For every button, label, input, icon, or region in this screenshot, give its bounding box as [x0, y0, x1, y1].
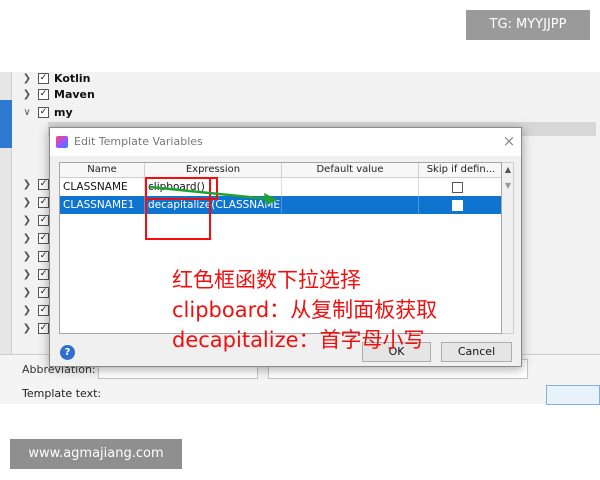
chevron-right-icon[interactable]: ❯ — [22, 212, 32, 230]
tree-checkbox[interactable]: ✓ — [38, 73, 49, 84]
tree-group-label: Maven — [54, 88, 95, 101]
table-scrollbar[interactable]: ▲ ▼ — [502, 162, 514, 334]
annotation-line-2: clipboard：从复制面板获取 — [172, 298, 438, 322]
cell-name[interactable]: CLASSNAME1 — [60, 196, 145, 214]
annotation-line-3: decapitalize：首字母小写 — [172, 328, 425, 352]
chevron-right-icon[interactable]: ❯ — [22, 176, 32, 194]
tree-group-maven[interactable]: ❯ ✓ Maven — [18, 86, 578, 104]
watermark-top: TG: MYYJJPP — [466, 10, 590, 40]
help-icon[interactable]: ? — [60, 345, 75, 360]
tree-checkbox[interactable]: ✓ — [38, 179, 49, 190]
cell-default-value[interactable] — [282, 196, 419, 214]
column-header-default-value[interactable]: Default value — [282, 163, 419, 178]
ide-left-selection-marker — [0, 100, 12, 148]
tree-checkbox[interactable]: ✓ — [38, 215, 49, 226]
column-header-name[interactable]: Name — [60, 163, 145, 178]
tree-group-my[interactable]: ∨ ✓ my — [18, 104, 578, 122]
tree-checkbox[interactable]: ✓ — [38, 251, 49, 262]
chevron-right-icon[interactable]: ❯ — [22, 194, 32, 212]
chevron-down-icon[interactable]: ∨ — [22, 104, 32, 122]
column-header-expression[interactable]: Expression — [145, 163, 282, 178]
watermark-bottom: www.agmajiang.com — [10, 439, 182, 469]
table-header: Name Expression Default value Skip if de… — [60, 163, 501, 178]
chevron-right-icon[interactable]: ❯ — [22, 302, 32, 320]
tree-checkbox[interactable]: ✓ — [38, 269, 49, 280]
tree-checkbox[interactable]: ✓ — [38, 89, 49, 100]
cell-skip-if-defined — [419, 178, 501, 196]
scroll-down-arrow-icon[interactable]: ▼ — [503, 181, 513, 191]
edit-variables-button[interactable] — [546, 385, 600, 405]
annotation-line-1: 红色框函数下拉选择 — [172, 268, 361, 292]
cell-default-value[interactable] — [282, 178, 419, 196]
skip-if-defined-checkbox[interactable] — [452, 200, 463, 211]
tree-group-label: my — [54, 106, 73, 119]
chevron-right-icon[interactable]: ❯ — [22, 230, 32, 248]
cell-skip-if-defined — [419, 196, 501, 214]
chevron-right-icon[interactable]: ❯ — [22, 266, 32, 284]
tree-checkbox[interactable]: ✓ — [38, 233, 49, 244]
cancel-button[interactable]: Cancel — [441, 342, 512, 362]
intellij-app-icon — [56, 136, 68, 148]
tree-checkbox[interactable]: ✓ — [38, 107, 49, 118]
tree-checkbox[interactable]: ✓ — [38, 305, 49, 316]
chevron-right-icon[interactable]: ❯ — [22, 320, 32, 338]
dialog-title: Edit Template Variables — [74, 135, 203, 148]
tree-checkbox[interactable]: ✓ — [38, 287, 49, 298]
chevron-right-icon[interactable]: ❯ — [22, 248, 32, 266]
template-text-label: Template text: — [22, 387, 102, 400]
tree-checkbox[interactable]: ✓ — [38, 323, 49, 334]
table-row-selected[interactable]: CLASSNAME1 decapitalize(CLASSNAME) — [60, 196, 501, 214]
skip-if-defined-checkbox[interactable] — [452, 182, 463, 193]
tree-checkbox[interactable]: ✓ — [38, 197, 49, 208]
cell-name[interactable]: CLASSNAME — [60, 178, 145, 196]
chevron-right-icon[interactable]: ❯ — [22, 284, 32, 302]
scroll-up-arrow-icon[interactable]: ▲ — [503, 165, 513, 175]
table-row[interactable]: CLASSNAME clipboard() — [60, 178, 501, 196]
chevron-right-icon[interactable]: ❯ — [22, 86, 32, 104]
column-header-skip-if-defined[interactable]: Skip if defin... — [419, 163, 501, 178]
close-icon[interactable]: × — [500, 131, 518, 151]
dialog-titlebar[interactable]: Edit Template Variables × — [50, 128, 521, 156]
annotation-arrow-icon — [149, 185, 278, 205]
